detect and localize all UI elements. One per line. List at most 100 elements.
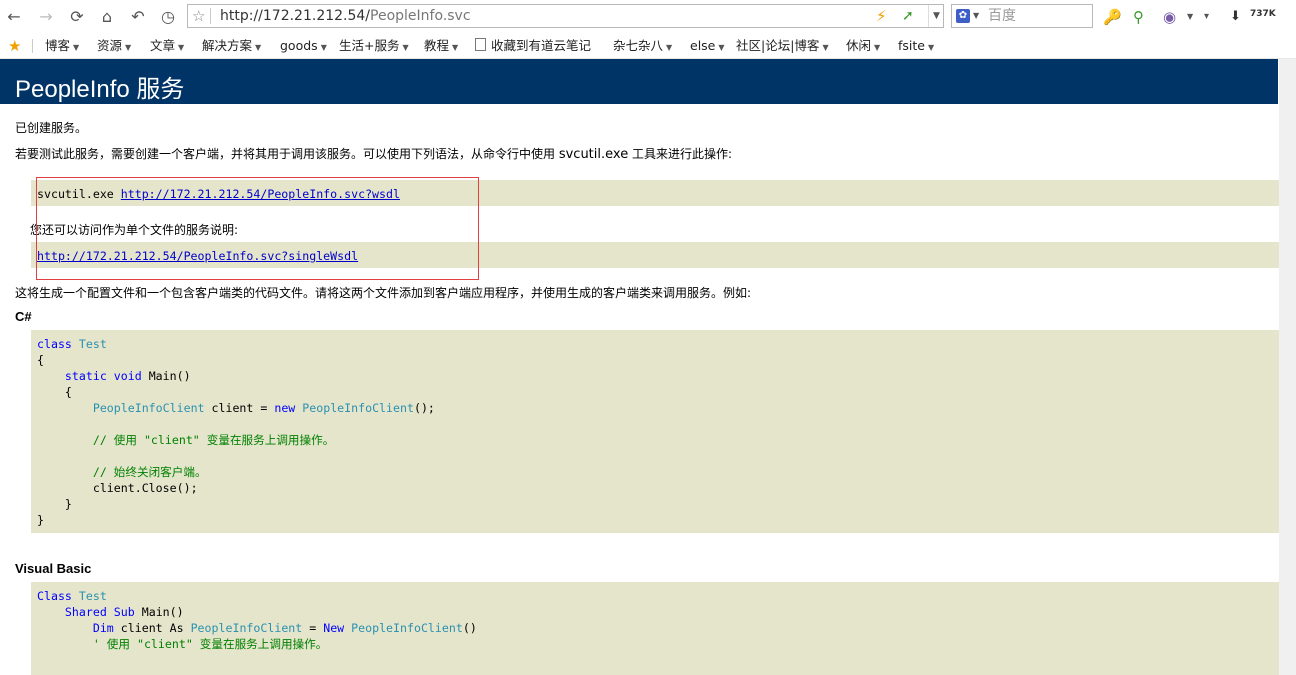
created-text: 已创建服务。 xyxy=(15,121,88,135)
bookmark-item[interactable]: 杂七杂八 ▼ xyxy=(613,34,672,60)
bookmark-label: 博客 xyxy=(45,38,71,53)
bookmark-item[interactable]: 解决方案 ▼ xyxy=(202,34,261,60)
code-text: client As xyxy=(113,621,191,635)
divider xyxy=(210,8,211,24)
page-title: PeopleInfo 服务 xyxy=(15,76,185,103)
code-keyword: static xyxy=(64,369,107,383)
csharp-heading: C# xyxy=(15,309,32,324)
bookmark-item[interactable]: 文章 ▼ xyxy=(150,34,184,60)
bookmark-label: 休闲 xyxy=(846,38,872,53)
bookmark-item[interactable]: else ▼ xyxy=(690,34,725,60)
code-text: Main() xyxy=(141,369,191,383)
bookmark-label: else xyxy=(690,38,716,53)
reload-button[interactable]: ⟳ xyxy=(67,6,87,28)
bookmark-item[interactable]: 生活+服务 ▼ xyxy=(339,34,409,60)
bookmark-label: fsite xyxy=(898,38,925,53)
bookmark-label: 资源 xyxy=(97,38,123,53)
bookmark-item[interactable]: 教程 ▼ xyxy=(424,34,458,60)
undo-button[interactable]: ↶ xyxy=(128,6,148,28)
code-comment: ' 使用 "client" 变量在服务上调用操作。 xyxy=(92,637,328,651)
pin-icon[interactable]: ➚ xyxy=(902,5,914,27)
home-button[interactable]: ⌂ xyxy=(97,6,117,28)
camera-icon[interactable]: ◉ xyxy=(1163,6,1176,28)
bookmark-label: goods xyxy=(280,38,318,53)
code-comment: // 使用 "client" 变量在服务上调用操作。 xyxy=(92,433,335,447)
bookmarks-bar: ★ 博客 ▼ 资源 ▼ 文章 ▼ 解决方案 ▼ goods ▼ 生活+服务 ▼ 教程 ▼ 收藏… xyxy=(0,34,1296,59)
single-wsdl-box: http://172.21.212.54/PeopleInfo.svc?sing… xyxy=(31,242,1292,268)
code-type: Test xyxy=(78,337,107,351)
code-keyword: Class xyxy=(37,589,72,603)
key-icon[interactable]: 🔑 xyxy=(1103,6,1122,28)
generate-text: 这将生成一个配置文件和一个包含客户端类的代码文件。请将这两个文件添加到客户端应用… xyxy=(15,286,752,300)
code-text: } xyxy=(64,497,72,511)
url-text[interactable]: http://172.21.212.54/PeopleInfo.svc xyxy=(220,5,471,27)
code-text: client = xyxy=(204,401,275,415)
code-text: () xyxy=(462,621,477,635)
code-text: } xyxy=(37,513,44,527)
bookmark-label: 文章 xyxy=(150,38,176,53)
code-keyword: New xyxy=(323,621,345,635)
code-type: PeopleInfoClient xyxy=(190,621,303,635)
tool-name: svcutil.exe xyxy=(558,147,629,162)
code-type: PeopleInfoClient xyxy=(92,401,205,415)
code-type: PeopleInfoClient xyxy=(302,401,414,415)
browser-toolbar: ← → ⟳ ⌂ ↶ ◷ ☆ http://172.21.212.54/Peopl… xyxy=(0,0,1296,34)
bookmark-label: 收藏到有道云笔记 xyxy=(491,38,592,53)
search-box[interactable]: ✿ ▼ 百度 xyxy=(951,4,1093,28)
test-text-pre: 若要测试此服务，需要创建一个客户端，并将其用于调用该服务。可以使用下列语法，从命… xyxy=(15,147,559,161)
download-count: 737K xyxy=(1250,9,1276,19)
forward-button[interactable]: → xyxy=(36,6,56,28)
bookmark-item[interactable]: 资源 ▼ xyxy=(97,34,131,60)
wsdl-link[interactable]: http://172.21.212.54/PeopleInfo.svc?wsdl xyxy=(121,187,400,201)
bookmark-item[interactable]: goods ▼ xyxy=(280,34,327,60)
bookmark-label: 生活+服务 xyxy=(339,38,400,53)
history-button[interactable]: ◷ xyxy=(158,6,178,28)
code-text: = xyxy=(302,621,324,635)
magnifier-icon[interactable]: ⚲ xyxy=(1133,6,1144,28)
bookmark-label: 杂七杂八 xyxy=(613,38,664,53)
download-icon[interactable]: ⬇ xyxy=(1230,6,1241,28)
code-keyword: Sub xyxy=(113,605,135,619)
code-type: PeopleInfoClient xyxy=(351,621,463,635)
url-path: PeopleInfo.svc xyxy=(370,8,471,24)
page-icon xyxy=(475,38,486,51)
bookmark-item[interactable]: 社区|论坛|博客 ▼ xyxy=(736,34,829,60)
address-bar[interactable]: ☆ http://172.21.212.54/PeopleInfo.svc ⚡ … xyxy=(187,4,944,28)
bookmark-label: 社区|论坛|博客 xyxy=(736,38,820,53)
page-header: PeopleInfo 服务 xyxy=(0,59,1278,104)
bookmark-label: 解决方案 xyxy=(202,38,253,53)
bookmark-star-icon[interactable]: ☆ xyxy=(192,5,205,27)
vertical-scrollbar[interactable] xyxy=(1279,59,1296,675)
code-comment: // 始终关闭客户端。 xyxy=(92,465,207,479)
lightning-icon[interactable]: ⚡ xyxy=(876,5,887,27)
code-keyword: new xyxy=(274,401,296,415)
code-text: { xyxy=(64,385,72,399)
bookmark-item[interactable]: fsite ▼ xyxy=(898,34,934,60)
bookmark-item[interactable]: 休闲 ▼ xyxy=(846,34,880,60)
code-keyword: Dim xyxy=(92,621,114,635)
single-wsdl-link[interactable]: http://172.21.212.54/PeopleInfo.svc?sing… xyxy=(37,249,358,263)
engine-dropdown-icon[interactable]: ▼ xyxy=(973,5,979,27)
star-icon[interactable]: ★ xyxy=(8,34,21,58)
divider xyxy=(32,39,33,53)
code-text: Main() xyxy=(134,605,184,619)
csharp-code-block: class Test { static void Main() { People… xyxy=(31,330,1292,533)
code-text: client.Close(); xyxy=(92,481,198,495)
search-input[interactable]: 百度 xyxy=(988,5,1016,27)
bookmark-item[interactable]: 博客 ▼ xyxy=(45,34,79,60)
url-host: http://172.21.212.54/ xyxy=(220,8,371,24)
code-keyword: Shared xyxy=(64,605,107,619)
url-dropdown-icon[interactable]: ▼ xyxy=(928,5,944,27)
svcutil-command-box: svcutil.exe http://172.21.212.54/PeopleI… xyxy=(31,180,1292,206)
single-file-text: 您还可以访问作为单个文件的服务说明: xyxy=(30,223,239,237)
code-type: Test xyxy=(78,589,107,603)
code-text: (); xyxy=(413,401,435,415)
svcutil-command: svcutil.exe xyxy=(37,187,121,201)
menu-icon[interactable]: ▾ xyxy=(1204,6,1209,28)
camera-dropdown-icon[interactable]: ▼ xyxy=(1187,6,1193,28)
test-instructions: 若要测试此服务，需要创建一个客户端，并将其用于调用该服务。可以使用下列语法，从命… xyxy=(15,145,732,162)
paw-icon[interactable]: ✿ xyxy=(956,9,970,23)
vb-code-block: Class Test Shared Sub Main() Dim client … xyxy=(31,582,1292,675)
back-button[interactable]: ← xyxy=(4,6,24,28)
bookmark-item[interactable]: 收藏到有道云笔记 xyxy=(475,34,591,58)
